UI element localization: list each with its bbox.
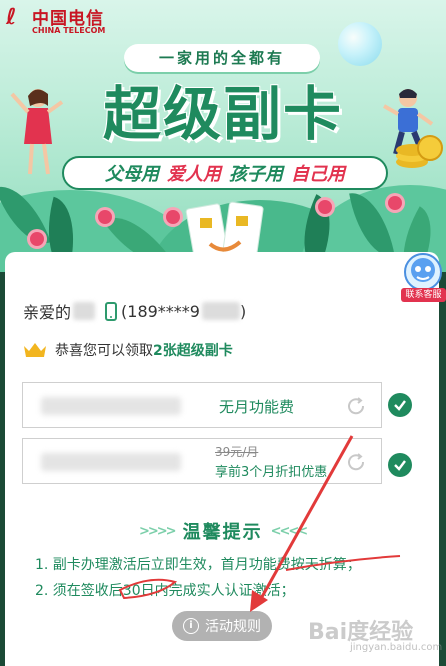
masked-offer-name [41, 453, 181, 471]
tips-title: 温馨提示 [182, 522, 263, 543]
masked-phone-tail [201, 302, 240, 320]
category-children: 孩子用 [229, 164, 283, 185]
congrats-line: 恭喜您可以领取 2张超级副卡 [23, 338, 233, 362]
page: ℓ 中国电信 CHINA TELECOM 一家用的全都有 超级副卡 父母用 爱人… [0, 0, 446, 666]
offer-card: 亲爱的 ( 189****9 ) 恭喜您可以领取 2张超级副卡 无月功能费 39… [5, 252, 439, 666]
congrats-text: 恭喜您可以领取 [55, 343, 153, 359]
offer-2-original-price: 39元/月 [215, 445, 259, 459]
girl-illustration [10, 89, 64, 175]
close-paren: ) [239, 301, 247, 321]
telecom-logo-icon: ℓ [6, 5, 17, 30]
offer-option-2[interactable]: 39元/月 享前3个月折扣优惠 [22, 438, 382, 484]
masked-offer-name [41, 397, 181, 415]
watermark-url: jingyan.baidu.com [350, 642, 443, 653]
bubble-decoration [338, 22, 382, 66]
tip-item-1: 1. 副卡办理激活后立即生效，首月功能费按天折算； [35, 557, 361, 573]
coins-illustration [396, 135, 443, 168]
category-parents: 父母用 [105, 164, 159, 185]
offer-1-label: 无月功能费 [219, 398, 295, 416]
congrats-highlight: 2张超级副卡 [153, 343, 233, 359]
flower-decoration [98, 210, 112, 224]
customer-service-button[interactable]: 联系客服 [401, 288, 446, 302]
china-telecom-logo: ℓ 中国电信 CHINA TELECOM [6, 2, 116, 42]
greeting-prefix: 亲爱的 [23, 303, 72, 322]
chevrons-left-icon: <<<< [270, 523, 309, 539]
crown-icon [24, 343, 46, 357]
logo-text-en: CHINA TELECOM [32, 26, 106, 35]
masked-name [73, 302, 96, 320]
refresh-icon[interactable] [345, 451, 367, 473]
flower-decoration [30, 232, 44, 246]
greeting-line: 亲爱的 ( 189****9 ) [23, 298, 246, 324]
phone-icon [105, 301, 118, 321]
promo-banner: ℓ 中国电信 CHINA TELECOM 一家用的全都有 超级副卡 父母用 爱人… [0, 0, 446, 272]
tip-item-2: 2. 须在签收后30日内完成实人认证激活； [35, 583, 295, 599]
flower-decoration [166, 210, 180, 224]
tips-heading: >>>> 温馨提示 <<<< [139, 518, 309, 544]
offer-option-1[interactable]: 无月功能费 [22, 382, 382, 428]
offer-1-checkmark-icon[interactable] [388, 393, 412, 417]
flower-decoration [318, 200, 332, 214]
chevrons-right-icon: >>>> [139, 523, 177, 539]
offer-2-checkmark-icon[interactable] [388, 453, 412, 477]
activity-rules-button[interactable]: i 活动规则 [172, 611, 272, 641]
customer-service-avatar-icon[interactable] [403, 250, 443, 292]
audience-category-bar: 父母用 爱人用 孩子用 自己用 [62, 156, 388, 190]
banner-tagline: 一家用的全都有 [124, 44, 320, 72]
offer-2-label: 享前3个月折扣优惠 [215, 465, 328, 480]
masked-phone-number: 189****9 [127, 301, 200, 321]
info-icon: i [183, 618, 199, 634]
banner-title: 超级副卡 [102, 80, 343, 148]
refresh-icon[interactable] [345, 395, 367, 417]
category-partner: 爱人用 [167, 164, 221, 185]
flower-decoration [388, 196, 402, 210]
activity-rules-label: 活动规则 [205, 619, 261, 635]
category-self: 自己用 [291, 164, 345, 185]
